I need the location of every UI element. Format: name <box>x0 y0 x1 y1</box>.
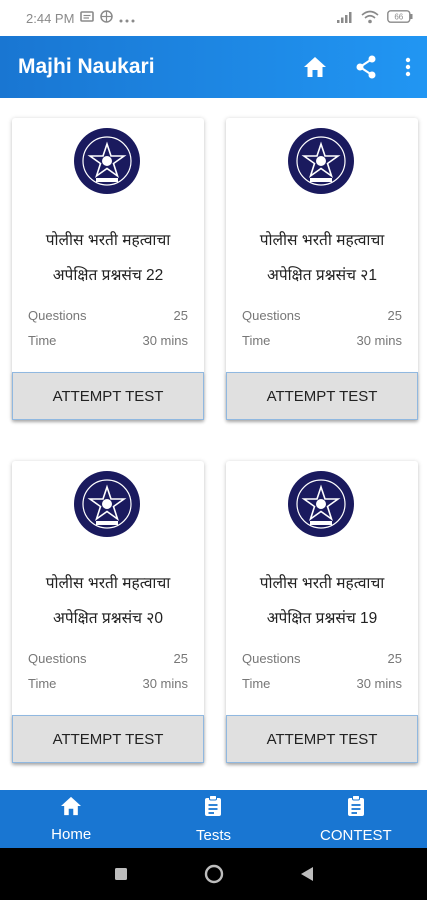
system-nav-bar <box>0 848 427 900</box>
questions-label: Questions <box>28 651 87 666</box>
globe-icon <box>100 10 114 26</box>
time-value: 30 mins <box>356 676 402 691</box>
questions-label: Questions <box>242 651 301 666</box>
battery-level: 66 <box>394 13 403 22</box>
test-title-line1: पोलीस भरती महत्वाचा <box>45 232 171 249</box>
test-card: पोलीस भरती महत्वाचा अपेक्षित प्रश्नसंच २… <box>226 118 418 420</box>
attempt-test-button[interactable]: ATTEMPT TEST <box>12 715 204 763</box>
time-label: Time <box>28 333 57 348</box>
recent-apps-icon[interactable] <box>114 867 128 881</box>
questions-label: Questions <box>28 308 87 323</box>
time-label: Time <box>242 333 271 348</box>
questions-value: 25 <box>173 308 188 323</box>
back-triangle-icon[interactable] <box>300 866 314 882</box>
wifi-icon <box>361 10 379 27</box>
time-label: Time <box>28 676 57 691</box>
clipboard-icon <box>204 794 222 822</box>
home-icon <box>60 796 82 821</box>
test-title-line2: अपेक्षित प्रश्नसंच २0 <box>52 610 163 627</box>
questions-value: 25 <box>387 308 402 323</box>
time-value: 30 mins <box>356 333 402 348</box>
time-row: Time 30 mins <box>28 333 188 348</box>
time-value: 30 mins <box>142 333 188 348</box>
questions-row: Questions 25 <box>242 651 402 666</box>
clipboard-icon <box>347 794 365 822</box>
questions-label: Questions <box>242 308 301 323</box>
time-row: Time 30 mins <box>242 333 402 348</box>
app-bar: Majhi Naukari <box>0 36 427 98</box>
test-title-line2: अपेक्षित प्रश्नसंच २1 <box>266 267 377 284</box>
questions-value: 25 <box>387 651 402 666</box>
status-bar: 2:44 PM 66 <box>0 0 427 36</box>
test-card: पोलीस भरती महत्वाचा अपेक्षित प्रश्नसंच २… <box>12 461 204 763</box>
nav-home-label: Home <box>51 825 92 843</box>
status-time: 2:44 PM <box>26 10 75 26</box>
more-vert-icon[interactable] <box>405 57 411 77</box>
share-icon[interactable] <box>355 55 377 79</box>
home-circle-icon[interactable] <box>204 864 224 884</box>
police-badge-logo <box>74 128 140 194</box>
app-title: Majhi Naukari <box>18 55 155 78</box>
test-title-line1: पोलीस भरती महत्वाचा <box>259 232 385 249</box>
time-row: Time 30 mins <box>28 676 188 691</box>
nav-contest-label: CONTEST <box>319 826 392 844</box>
test-card: पोलीस भरती महत्वाचा अपेक्षित प्रश्नसंच 2… <box>12 118 204 420</box>
time-row: Time 30 mins <box>242 676 402 691</box>
nav-tests-label: Tests <box>195 826 231 844</box>
battery-icon: 66 <box>387 10 413 26</box>
police-badge-logo <box>74 471 140 537</box>
questions-row: Questions 25 <box>28 308 188 323</box>
bottom-nav: Home Tests CONTEST <box>0 790 427 848</box>
test-title-line1: पोलीस भरती महत्वाचा <box>259 575 385 592</box>
home-icon[interactable] <box>303 56 327 78</box>
test-title-line2: अपेक्षित प्रश्नसंच 19 <box>266 610 378 627</box>
nav-home[interactable]: Home <box>0 790 142 848</box>
message-icon <box>80 10 95 26</box>
test-list: पोलीस भरती महत्वाचा अपेक्षित प्रश्नसंच 2… <box>0 98 427 790</box>
questions-value: 25 <box>173 651 188 666</box>
time-label: Time <box>242 676 271 691</box>
attempt-test-button[interactable]: ATTEMPT TEST <box>226 715 418 763</box>
police-badge-logo <box>288 471 354 537</box>
questions-row: Questions 25 <box>242 308 402 323</box>
test-title-line2: अपेक्षित प्रश्नसंच 22 <box>52 267 164 284</box>
attempt-test-button[interactable]: ATTEMPT TEST <box>12 372 204 420</box>
attempt-test-button[interactable]: ATTEMPT TEST <box>226 372 418 420</box>
police-badge-logo <box>288 128 354 194</box>
test-card: पोलीस भरती महत्वाचा अपेक्षित प्रश्नसंच 1… <box>226 461 418 763</box>
questions-row: Questions 25 <box>28 651 188 666</box>
time-value: 30 mins <box>142 676 188 691</box>
more-notifications-icon <box>119 11 135 26</box>
nav-contest[interactable]: CONTEST <box>285 790 427 848</box>
nav-tests[interactable]: Tests <box>142 790 284 848</box>
test-title-line1: पोलीस भरती महत्वाचा <box>45 575 171 592</box>
signal-icon <box>337 11 353 26</box>
